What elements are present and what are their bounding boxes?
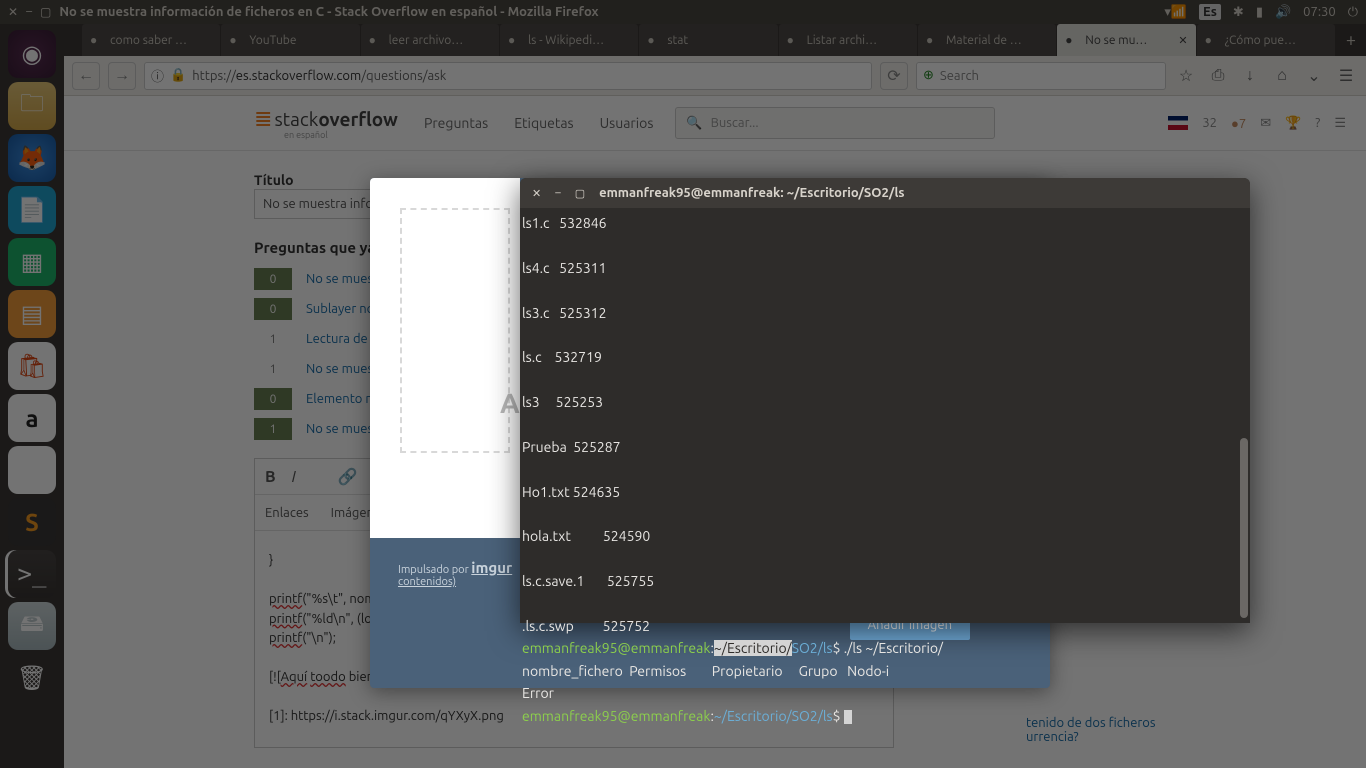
modal-footer-text: Impulsado por imgur contenidos)	[398, 559, 512, 588]
term-min-icon[interactable]: –	[555, 187, 560, 199]
terminal-titlebar[interactable]: ✕ – ▢ emmanfreak95@emmanfreak: ~/Escrito…	[520, 178, 1250, 208]
drop-zone[interactable]	[400, 208, 510, 453]
terminal-scrollbar[interactable]	[1240, 438, 1248, 618]
term-close-icon[interactable]: ✕	[532, 187, 541, 200]
terminal-body[interactable]: ls1.c 532846 ls4.c 525311 ls3.c 525312 l…	[520, 208, 1250, 731]
terminal-title: emmanfreak95@emmanfreak: ~/Escritorio/SO…	[599, 186, 904, 200]
upload-panel	[370, 178, 520, 538]
terminal-window: ✕ – ▢ emmanfreak95@emmanfreak: ~/Escrito…	[520, 178, 1250, 623]
placeholder-letter: A	[500, 388, 520, 419]
term-max-icon[interactable]: ▢	[575, 187, 585, 200]
